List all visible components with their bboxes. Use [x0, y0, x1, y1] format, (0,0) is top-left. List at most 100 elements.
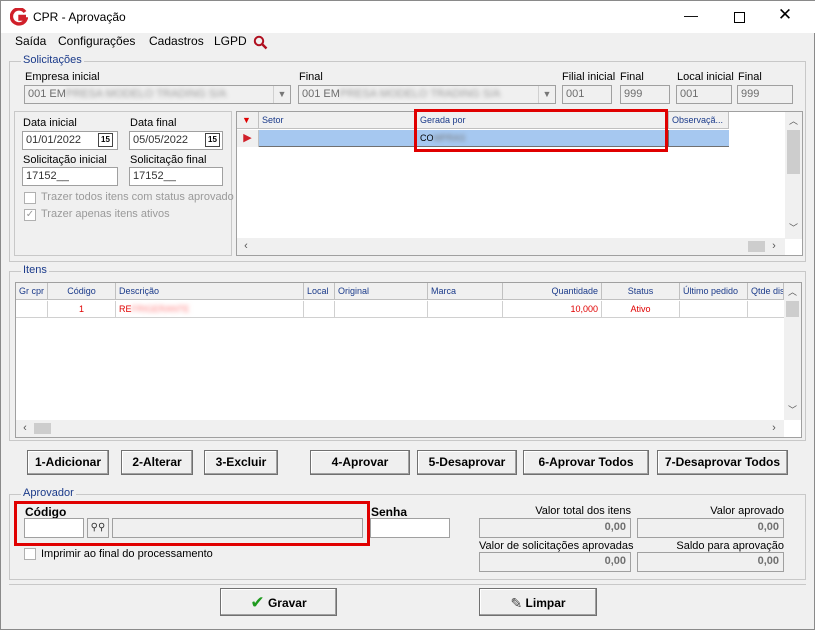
sort-down-icon[interactable]: ▼ — [237, 112, 259, 129]
chevron-right-icon[interactable]: › — [767, 240, 781, 252]
chevron-down-icon[interactable]: ▼ — [538, 86, 555, 103]
row-pointer-icon: ▶ — [237, 130, 259, 147]
filial-inicial-field[interactable]: 001 — [562, 85, 612, 104]
cell-marca — [428, 301, 503, 318]
col-quantidade[interactable]: Quantidade — [503, 283, 602, 300]
chk-status-aprovado-label: Trazer todos itens com status aprovado — [41, 191, 234, 203]
chevron-left-icon[interactable]: ‹ — [239, 240, 253, 252]
col-marca[interactable]: Marca — [428, 283, 503, 300]
cell-local — [304, 301, 335, 318]
chk-itens-ativos[interactable]: ✓ — [24, 209, 36, 221]
senha-label: Senha — [371, 505, 408, 519]
aprovador-group-label: Aprovador — [21, 487, 76, 499]
filial-final-field[interactable]: 999 — [620, 85, 670, 104]
data-inicial-label: Data inicial — [23, 117, 77, 129]
col-status[interactable]: Status — [602, 283, 680, 300]
sol-inicial-label: Solicitação inicial — [23, 154, 107, 166]
calendar-icon[interactable]: 15 — [205, 133, 220, 147]
solicitacoes-group-label: Solicitações — [21, 54, 84, 66]
col-codigo[interactable]: Código — [48, 283, 116, 300]
limpar-label: Limpar — [525, 595, 566, 610]
itens-grid[interactable]: Gr cpr Código Descrição Local Original M… — [15, 282, 802, 438]
chevron-down-icon[interactable]: ▼ — [273, 86, 290, 103]
cell-codigo: 1 — [48, 301, 116, 318]
valor-aprovado-label: Valor aprovado — [710, 505, 784, 517]
scrollbar-thumb[interactable] — [787, 130, 800, 174]
highlight-box — [414, 109, 668, 152]
valor-total-label: Valor total dos itens — [535, 505, 631, 517]
chk-status-aprovado[interactable] — [24, 192, 36, 204]
chevron-down-icon[interactable]: ﹀ — [784, 404, 801, 416]
alterar-button[interactable]: 2-Alterar — [121, 450, 193, 475]
excluir-button[interactable]: 3-Excluir — [204, 450, 278, 475]
col-local[interactable]: Local — [304, 283, 335, 300]
senha-field[interactable] — [370, 518, 450, 538]
highlight-box — [14, 501, 370, 546]
checkmark-icon: ✔ — [250, 592, 265, 612]
footer-divider — [9, 584, 806, 585]
valor-aprovado-field: 0,00 — [637, 518, 784, 538]
empresa-final-value: 001 EM — [302, 88, 340, 100]
aprovar-todos-button[interactable]: 6-Aprovar Todos — [523, 450, 649, 475]
title-bar[interactable]: CPR - Aprovação — ✕ — [1, 1, 815, 33]
cell-descricao: REFRIGERANTE — [116, 301, 304, 318]
cell-status: Ativo — [602, 301, 680, 318]
col-descricao[interactable]: Descrição — [116, 283, 304, 300]
empresa-inicial-value: 001 EM — [28, 88, 66, 100]
horizontal-scrollbar[interactable]: ‹ › — [16, 420, 784, 437]
local-inicial-field[interactable]: 001 — [676, 85, 732, 104]
scrollbar-thumb[interactable] — [748, 241, 765, 252]
vertical-scrollbar[interactable]: ︿ ﹀ — [785, 112, 802, 239]
col-ultimo-pedido[interactable]: Último pedido — [680, 283, 748, 300]
local-final-field[interactable]: 999 — [737, 85, 793, 104]
vertical-scrollbar[interactable]: ︿ ﹀ — [784, 283, 801, 420]
menu-lgpd[interactable]: LGPD — [214, 34, 247, 48]
adicionar-button[interactable]: 1-Adicionar — [27, 450, 109, 475]
cell-ultimo-pedido — [680, 301, 748, 318]
cell-original — [335, 301, 428, 318]
maximize-button[interactable] — [719, 6, 759, 28]
scrollbar-thumb[interactable] — [34, 423, 51, 434]
empresa-inicial-hidden: PRESA MODELO TRADING S/A — [65, 88, 227, 100]
chevron-left-icon[interactable]: ‹ — [18, 422, 32, 434]
empresa-final-hidden: PRESA MODELO TRADING S/A — [339, 88, 501, 100]
table-row[interactable]: 1 REFRIGERANTE 10,000 Ativo — [16, 301, 784, 318]
app-logo-icon — [10, 8, 28, 26]
cell-setor — [259, 130, 417, 147]
window-title: CPR - Aprovação — [33, 10, 126, 24]
desaprovar-button[interactable]: 5-Desaprovar — [417, 450, 517, 475]
col-qtde-dis[interactable]: Qtde dis — [748, 283, 784, 300]
saldo-label: Saldo para aprovação — [676, 540, 784, 552]
gravar-button[interactable]: ✔ Gravar — [220, 588, 337, 616]
chevron-down-icon[interactable]: ﹀ — [785, 222, 802, 234]
desaprovar-todos-button[interactable]: 7-Desaprovar Todos — [657, 450, 788, 475]
menu-cadastros[interactable]: Cadastros — [149, 34, 204, 48]
empresa-final-select[interactable]: 001 EMPRESA MODELO TRADING S/A ▼ — [298, 85, 556, 104]
aprovar-button[interactable]: 4-Aprovar — [310, 450, 410, 475]
chevron-right-icon[interactable]: › — [767, 422, 781, 434]
horizontal-scrollbar[interactable]: ‹ › — [237, 238, 785, 255]
cell-descricao-hidden: FRIGERANTE — [131, 304, 190, 314]
col-setor[interactable]: Setor — [259, 112, 417, 129]
valor-sol-aprovadas-label: Valor de solicitações aprovadas — [479, 540, 634, 552]
sol-inicial-field[interactable]: 17152__ — [22, 167, 118, 186]
sol-final-field[interactable]: 17152__ — [129, 167, 223, 186]
empresa-inicial-label: Empresa inicial — [25, 71, 100, 83]
menu-saida[interactable]: Saída — [15, 34, 46, 48]
menu-bar: Saída Configurações Cadastros LGPD — [1, 33, 814, 52]
eraser-brush-icon: ✎ — [510, 594, 523, 611]
empresa-inicial-select[interactable]: 001 EMPRESA MODELO TRADING S/A ▼ — [24, 85, 291, 104]
menu-configuracoes[interactable]: Configurações — [58, 34, 135, 48]
chevron-up-icon[interactable]: ︿ — [784, 286, 801, 298]
chevron-up-icon[interactable]: ︿ — [785, 115, 802, 127]
scrollbar-thumb[interactable] — [786, 301, 799, 317]
limpar-button[interactable]: ✎ Limpar — [479, 588, 597, 616]
col-observacao[interactable]: Observaçã... — [669, 112, 729, 129]
calendar-icon[interactable]: 15 — [98, 133, 113, 147]
chk-imprimir[interactable] — [24, 548, 36, 560]
col-original[interactable]: Original — [335, 283, 428, 300]
search-icon[interactable] — [253, 35, 268, 50]
col-gr-cpr[interactable]: Gr cpr — [16, 283, 48, 300]
close-button[interactable]: ✕ — [763, 5, 807, 27]
minimize-button[interactable]: — — [671, 7, 711, 29]
